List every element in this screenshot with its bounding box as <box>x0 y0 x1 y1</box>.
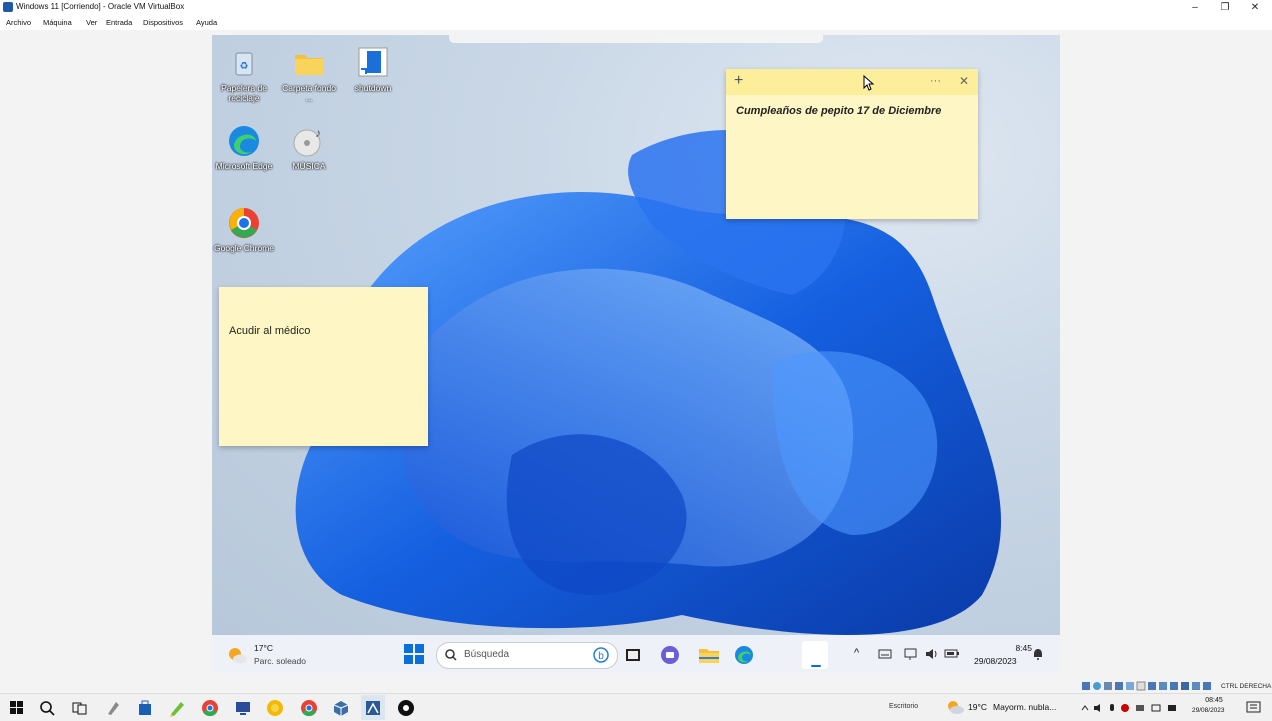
weather-desc[interactable]: Mayorm. nubla... <box>993 702 1056 712</box>
sticky-note-birthday[interactable]: + ··· ✕ Cumpleaños de pepito 17 de Dicie… <box>726 69 978 219</box>
folder-icon <box>291 45 327 81</box>
windows-start-icon[interactable] <box>8 699 26 717</box>
sticky-note-text[interactable]: Cumpleaños de pepito 17 de Diciembre <box>736 105 941 117</box>
host-clock-time[interactable]: 08:45 <box>1200 697 1228 704</box>
task-view-icon[interactable] <box>624 646 642 664</box>
active-indicator <box>811 665 821 667</box>
close-button[interactable]: ✕ <box>1240 0 1270 16</box>
network-icon[interactable] <box>904 647 918 661</box>
store-icon[interactable] <box>136 699 154 717</box>
menu-dispositivos[interactable]: Dispositivos <box>143 18 183 27</box>
host-taskbar: Escritorio 19°C Mayorm. nubla... 08:45 2… <box>0 693 1272 721</box>
windows-start-icon[interactable] <box>404 644 424 664</box>
desktop-icon-music[interactable]: ♪ MÚSICA <box>279 123 339 171</box>
music-icon: ♪ <box>291 123 327 159</box>
svg-text:♪: ♪ <box>315 126 321 140</box>
chrome-icon[interactable] <box>300 699 318 717</box>
chrome-icon <box>226 205 262 241</box>
host-title-bar: Windows 11 [Corriendo] - Oracle VM Virtu… <box>0 0 1272 16</box>
host-clock-date[interactable]: 29/08/2023 <box>1192 707 1225 714</box>
search-icon[interactable] <box>38 699 56 717</box>
desktop-icon-edge[interactable]: Microsoft Edge <box>214 123 274 171</box>
mouse-cursor-icon <box>863 75 875 91</box>
system-tray-icons[interactable] <box>1080 702 1190 714</box>
shortcut-icon <box>355 45 391 81</box>
weather-temp[interactable]: 17°C <box>254 643 273 653</box>
desktop-toolbar-label[interactable]: Escritorio <box>889 703 918 710</box>
menu-bar: Archivo Máquina Ver Entrada Dispositivos… <box>0 16 1272 30</box>
notification-bell-icon[interactable] <box>1032 648 1044 660</box>
svg-text:♻: ♻ <box>240 61 249 72</box>
menu-maquina[interactable]: Máquina <box>43 18 72 27</box>
window-title: Windows 11 [Corriendo] - Oracle VM Virtu… <box>16 2 185 11</box>
desktop-icon-folder[interactable]: Carpeta fondo ... <box>279 45 339 103</box>
vm-clock-time[interactable]: 8:45 <box>992 643 1032 653</box>
weather-desc[interactable]: Parc. soleado <box>254 656 306 666</box>
bing-icon[interactable]: b <box>593 647 609 663</box>
obs-icon[interactable] <box>397 699 415 717</box>
task-view-icon[interactable] <box>70 699 88 717</box>
sticky-note-text[interactable]: Acudir al médico <box>229 325 310 337</box>
search-input[interactable]: Búsqueda b <box>436 642 618 669</box>
keyboard-icon[interactable] <box>878 648 892 660</box>
menu-ver[interactable]: Ver <box>86 18 97 27</box>
weather-temp[interactable]: 19°C <box>968 702 987 712</box>
tools-app-icon[interactable] <box>104 699 122 717</box>
desktop-icon-chrome[interactable]: Google Chrome <box>214 205 274 253</box>
search-icon <box>445 649 457 661</box>
desktop-icon-shutdown[interactable]: shutdown <box>343 45 403 93</box>
more-options-button[interactable]: ··· <box>930 75 941 87</box>
recycle-bin-icon: ♻ <box>226 45 262 81</box>
sticky-notes-icon[interactable] <box>266 699 284 717</box>
edge-icon <box>226 123 262 159</box>
vm-top-handle <box>449 35 823 43</box>
remote-desktop-icon[interactable] <box>234 699 252 717</box>
svg-text:b: b <box>598 651 604 662</box>
add-note-button[interactable]: + <box>734 72 743 90</box>
sticky-notes-taskbar-button[interactable] <box>802 641 828 669</box>
desktop-icon-recycle-bin[interactable]: ♻ Papelera de reciclaje <box>214 45 274 103</box>
pencil-app-icon[interactable] <box>168 699 186 717</box>
volume-icon[interactable] <box>924 647 938 661</box>
sticky-note-header: + ··· ✕ <box>726 69 978 95</box>
search-placeholder: Búsqueda <box>464 649 510 660</box>
close-note-button[interactable]: ✕ <box>959 74 969 88</box>
vm-taskbar: 17°C Parc. soleado Búsqueda b ^ 8:45 29/… <box>212 635 1060 673</box>
edge-taskbar-icon[interactable] <box>734 645 754 665</box>
weather-icon[interactable] <box>945 699 965 715</box>
chrome-icon[interactable] <box>201 699 219 717</box>
vm-clock-date[interactable]: 29/08/2023 <box>974 656 1017 666</box>
menu-archivo[interactable]: Archivo <box>6 18 31 27</box>
vm-desktop[interactable]: ♻ Papelera de reciclaje Carpeta fondo ..… <box>212 35 1060 635</box>
weather-icon[interactable] <box>226 644 248 666</box>
menu-ayuda[interactable]: Ayuda <box>196 18 217 27</box>
minimize-button[interactable]: – <box>1180 0 1210 16</box>
maximize-button[interactable]: ❐ <box>1210 0 1240 16</box>
virtualbox-icon <box>3 2 13 12</box>
notification-center-icon[interactable] <box>1246 700 1262 716</box>
vbox-status-icons <box>1082 681 1217 691</box>
tray-overflow-chevron[interactable]: ^ <box>854 647 859 659</box>
virtualbox-icon[interactable] <box>332 699 350 717</box>
sticky-note-medical[interactable]: Acudir al médico <box>219 287 428 446</box>
teams-chat-icon[interactable] <box>660 645 680 665</box>
file-explorer-icon[interactable] <box>698 645 720 665</box>
host-key-indicator: CTRL DERECHA <box>1221 683 1272 690</box>
menu-entrada[interactable]: Entrada <box>106 18 132 27</box>
virtualbox-vm-icon[interactable] <box>364 699 382 717</box>
battery-icon[interactable] <box>944 647 960 661</box>
